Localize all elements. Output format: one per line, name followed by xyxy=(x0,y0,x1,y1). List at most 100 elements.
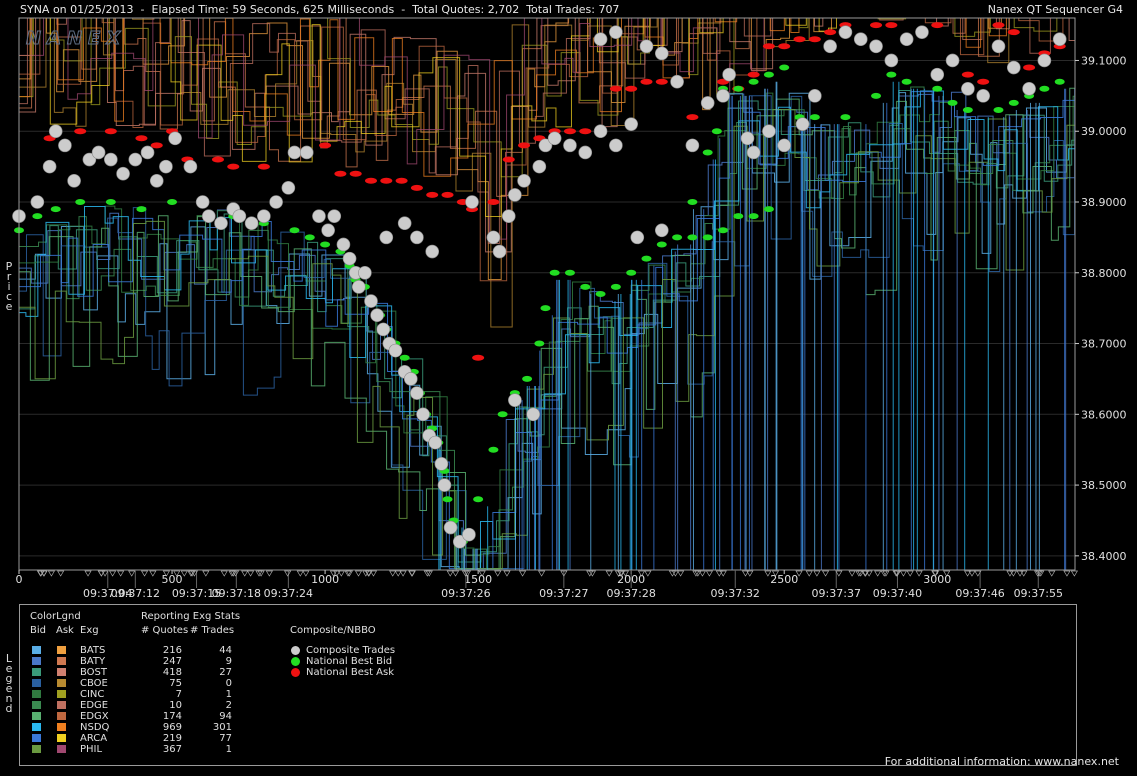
bid-point xyxy=(871,92,882,99)
ask-point xyxy=(334,170,347,177)
trade-point xyxy=(1037,53,1052,68)
trade-point xyxy=(609,138,623,153)
time-tick-label: 09:37:18 xyxy=(212,587,261,600)
bid-point xyxy=(1039,85,1050,92)
trade-tick-marker xyxy=(1070,570,1078,577)
composite-legend-label: National Best Ask xyxy=(306,667,395,678)
bid-point xyxy=(473,496,484,503)
legend-exchange-name: EDGE xyxy=(80,700,109,711)
legend-quote-count: 75 xyxy=(169,678,182,689)
trade-point xyxy=(700,96,715,110)
ask-point xyxy=(686,114,699,121)
trade-point xyxy=(403,372,418,386)
trade-point xyxy=(762,124,776,139)
ask-point xyxy=(74,128,87,135)
x-tick-label: 0 xyxy=(16,573,23,586)
col-ask: Ask xyxy=(56,625,74,636)
trade-point xyxy=(443,520,458,535)
bid-point xyxy=(564,269,575,276)
trade-tick-marker xyxy=(446,570,454,577)
trade-point xyxy=(915,25,929,39)
bid-point xyxy=(50,206,61,213)
trade-point xyxy=(336,237,351,252)
x-tick-label: 1000 xyxy=(311,573,339,586)
trade-point xyxy=(425,244,440,259)
trade-point xyxy=(1006,60,1021,75)
legend-quote-count: 969 xyxy=(162,722,182,733)
trade-point xyxy=(624,117,638,131)
legend-ask-swatch xyxy=(57,701,66,709)
stats-title: Reporting Exg Stats xyxy=(141,611,241,622)
trade-point xyxy=(91,145,106,160)
trade-point xyxy=(358,265,372,280)
legend-bid-swatch xyxy=(32,723,41,731)
trade-tick-marker xyxy=(108,570,117,577)
col-trades: # Trades xyxy=(190,625,235,636)
trade-point xyxy=(869,39,883,54)
trade-point xyxy=(428,435,443,450)
nanex-watermark: NANEX xyxy=(26,28,126,49)
legend-bid-swatch xyxy=(32,679,41,687)
ask-point xyxy=(365,177,377,184)
bid-point xyxy=(932,85,943,92)
legend-trade-count: 77 xyxy=(219,733,232,744)
trade-tick-marker xyxy=(389,570,397,577)
trade-point xyxy=(416,407,430,422)
trade-point xyxy=(183,159,198,174)
trade-point xyxy=(379,230,394,245)
col-exg: Exg xyxy=(80,625,99,636)
legend-quote-count: 418 xyxy=(162,667,182,678)
ask-point xyxy=(319,142,332,149)
legend-trade-count: 9 xyxy=(225,656,232,667)
legend-exchange-name: CBOE xyxy=(80,678,108,689)
trade-tick-marker xyxy=(47,570,56,577)
bid-point xyxy=(399,354,410,361)
trade-point xyxy=(287,145,302,160)
trade-point xyxy=(945,53,960,68)
x-tick-label: 500 xyxy=(162,573,183,586)
bid-point xyxy=(763,71,774,78)
trade-point xyxy=(795,117,810,131)
composite-legend-marker xyxy=(291,657,300,666)
y-tick-label: 38.8000 xyxy=(1081,267,1127,280)
trade-point xyxy=(410,386,424,400)
legend-trade-count: 1 xyxy=(225,744,232,755)
trade-point xyxy=(930,67,945,82)
legend-bid-swatch xyxy=(32,712,41,720)
ask-point xyxy=(762,43,775,50)
ask-point xyxy=(747,71,760,78)
trade-point xyxy=(269,195,283,209)
trade-tick-marker xyxy=(805,570,813,577)
trade-point xyxy=(321,223,335,238)
col-quotes: # Quotes xyxy=(141,625,189,636)
trade-point xyxy=(159,159,173,174)
ask-point xyxy=(655,78,668,85)
trade-point xyxy=(168,131,182,146)
ask-point xyxy=(150,142,163,149)
ask-point xyxy=(579,128,592,135)
ask-point xyxy=(870,22,883,29)
trade-point xyxy=(547,131,562,146)
trade-point xyxy=(593,32,608,47)
time-tick-label: 09:37:26 xyxy=(441,587,490,600)
trade-tick-marker xyxy=(241,570,249,577)
legend-trade-count: 1 xyxy=(225,689,232,700)
trade-tick-marker xyxy=(57,570,65,577)
trade-point xyxy=(195,195,210,209)
ask-point xyxy=(793,36,806,43)
bid-point xyxy=(549,269,560,276)
ask-point xyxy=(625,85,638,92)
trade-point xyxy=(48,124,63,139)
bid-point xyxy=(595,291,606,297)
y-tick-label: 38.5000 xyxy=(1081,479,1127,492)
time-tick-label: 09:37:24 xyxy=(264,587,313,600)
legend-bid-swatch xyxy=(32,668,41,676)
trade-point xyxy=(517,173,531,188)
bid-point xyxy=(320,241,331,248)
legend-exchange-name: BATS xyxy=(80,645,106,656)
bid-point xyxy=(993,107,1004,113)
ask-point xyxy=(211,156,224,163)
trade-point xyxy=(42,159,57,174)
bid-point xyxy=(167,199,178,205)
composite-legend-marker xyxy=(291,668,300,677)
